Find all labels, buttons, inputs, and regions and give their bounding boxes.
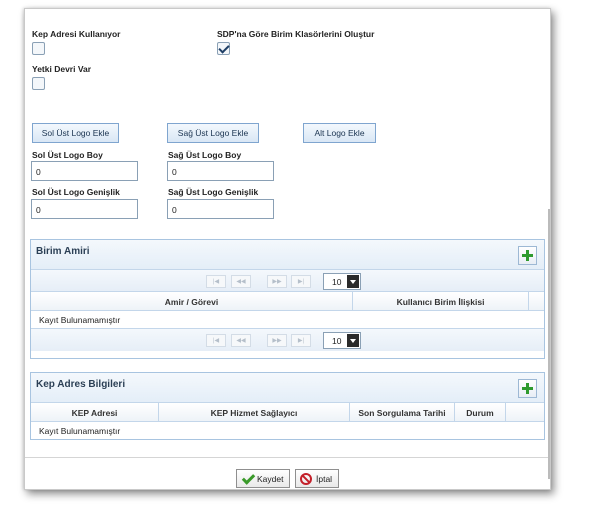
next-page-icon[interactable]: ▶▶ bbox=[267, 275, 287, 288]
sol-ust-logo-genislik-value: 0 bbox=[36, 205, 41, 215]
col-amir-gorevi[interactable]: Amir / Görevi bbox=[31, 292, 353, 311]
next-page-icon[interactable]: ▶▶ bbox=[267, 334, 287, 347]
birim-amiri-header: Birim Amiri bbox=[31, 240, 544, 270]
col-durum[interactable]: Durum bbox=[455, 403, 506, 422]
sag-ust-logo-boy-label: Sağ Üst Logo Boy bbox=[168, 150, 242, 160]
kep-kullaniliyor-label: Kep Adresi Kullanıyor bbox=[32, 29, 121, 39]
plus-icon bbox=[522, 383, 533, 394]
kep-adres-header: Kep Adres Bilgileri bbox=[31, 373, 544, 403]
page-size-select[interactable]: 10 bbox=[323, 332, 361, 349]
birim-amiri-title: Birim Amiri bbox=[36, 246, 90, 257]
plus-icon bbox=[522, 250, 533, 261]
sol-ust-logo-ekle-button[interactable]: Sol Üst Logo Ekle bbox=[32, 123, 119, 143]
kep-adres-table-header: KEP Adresi KEP Hizmet Sağlayıcı Son Sorg… bbox=[31, 403, 544, 422]
col-son-sorgulama-tarihi[interactable]: Son Sorgulama Tarihi bbox=[350, 403, 455, 422]
birim-amiri-add-button[interactable] bbox=[518, 246, 537, 265]
table-row: Kayıt Bulunamamıştır bbox=[31, 311, 544, 329]
save-label: Kaydet bbox=[257, 473, 284, 484]
sol-ust-logo-boy-label: Sol Üst Logo Boy bbox=[32, 150, 103, 160]
col-kep-hizmet-saglayici[interactable]: KEP Hizmet Sağlayıcı bbox=[159, 403, 350, 422]
sdp-klasor-checkbox[interactable] bbox=[217, 42, 230, 55]
cancel-button[interactable]: İptal bbox=[295, 469, 340, 488]
prev-page-icon[interactable]: ◀◀ bbox=[231, 275, 251, 288]
kep-kullaniliyor-checkbox[interactable] bbox=[32, 42, 45, 55]
footer-divider bbox=[25, 457, 550, 458]
sag-ust-logo-genislik-input[interactable]: 0 bbox=[167, 199, 274, 219]
birim-amiri-table-header: Amir / Görevi Kullanıcı Birim İlişkisi bbox=[31, 292, 544, 311]
check-icon bbox=[241, 473, 254, 484]
last-page-icon[interactable]: ▶| bbox=[291, 334, 311, 347]
alt-logo-ekle-button[interactable]: Alt Logo Ekle bbox=[303, 123, 376, 143]
kep-adres-title: Kep Adres Bilgileri bbox=[36, 379, 126, 390]
sol-ust-logo-boy-value: 0 bbox=[36, 167, 41, 177]
sol-ust-logo-boy-input[interactable]: 0 bbox=[31, 161, 138, 181]
chevron-down-icon bbox=[347, 275, 359, 288]
birim-amiri-pager-bottom: |◀ ◀◀ ▶▶ ▶| 10 bbox=[31, 329, 544, 351]
yetki-devri-label: Yetki Devri Var bbox=[32, 64, 92, 74]
sag-ust-logo-genislik-value: 0 bbox=[172, 205, 177, 215]
yetki-devri-checkbox[interactable] bbox=[32, 77, 45, 90]
cancel-icon bbox=[300, 472, 312, 485]
chevron-down-icon bbox=[347, 334, 359, 347]
page-size-value: 10 bbox=[332, 336, 342, 346]
birim-form-dialog: Kep Adresi Kullanıyor SDP'na Göre Birim … bbox=[24, 8, 551, 490]
sdp-klasor-label: SDP'na Göre Birim Klasörlerini Oluştur bbox=[217, 29, 375, 39]
sag-ust-logo-boy-input[interactable]: 0 bbox=[167, 161, 274, 181]
first-page-icon[interactable]: |◀ bbox=[206, 334, 226, 347]
page-size-value: 10 bbox=[332, 277, 342, 287]
sol-ust-logo-genislik-input[interactable]: 0 bbox=[31, 199, 138, 219]
last-page-icon[interactable]: ▶| bbox=[291, 275, 311, 288]
col-kullanici-birim-iliskisi[interactable]: Kullanıcı Birim İlişkisi bbox=[353, 292, 529, 311]
page-size-select[interactable]: 10 bbox=[323, 273, 361, 290]
table-row: Kayıt Bulunamamıştır bbox=[31, 422, 544, 440]
birim-amiri-panel: Birim Amiri |◀ ◀◀ ▶▶ ▶| 10 Amir / Görevi… bbox=[30, 239, 545, 359]
sol-ust-logo-genislik-label: Sol Üst Logo Genişlik bbox=[32, 187, 120, 197]
kep-adres-add-button[interactable] bbox=[518, 379, 537, 398]
cancel-label: İptal bbox=[316, 473, 333, 484]
kep-adres-panel: Kep Adres Bilgileri KEP Adresi KEP Hizme… bbox=[30, 372, 545, 440]
first-page-icon[interactable]: |◀ bbox=[206, 275, 226, 288]
birim-amiri-pager-top: |◀ ◀◀ ▶▶ ▶| 10 bbox=[31, 270, 544, 292]
sag-ust-logo-genislik-label: Sağ Üst Logo Genişlik bbox=[168, 187, 259, 197]
scrollbar[interactable] bbox=[548, 209, 550, 479]
save-button[interactable]: Kaydet bbox=[236, 469, 291, 488]
col-kep-adresi[interactable]: KEP Adresi bbox=[31, 403, 159, 422]
prev-page-icon[interactable]: ◀◀ bbox=[231, 334, 251, 347]
empty-message: Kayıt Bulunamamıştır bbox=[39, 426, 121, 436]
empty-message: Kayıt Bulunamamıştır bbox=[39, 315, 121, 325]
sag-ust-logo-ekle-button[interactable]: Sağ Üst Logo Ekle bbox=[167, 123, 259, 143]
sag-ust-logo-boy-value: 0 bbox=[172, 167, 177, 177]
